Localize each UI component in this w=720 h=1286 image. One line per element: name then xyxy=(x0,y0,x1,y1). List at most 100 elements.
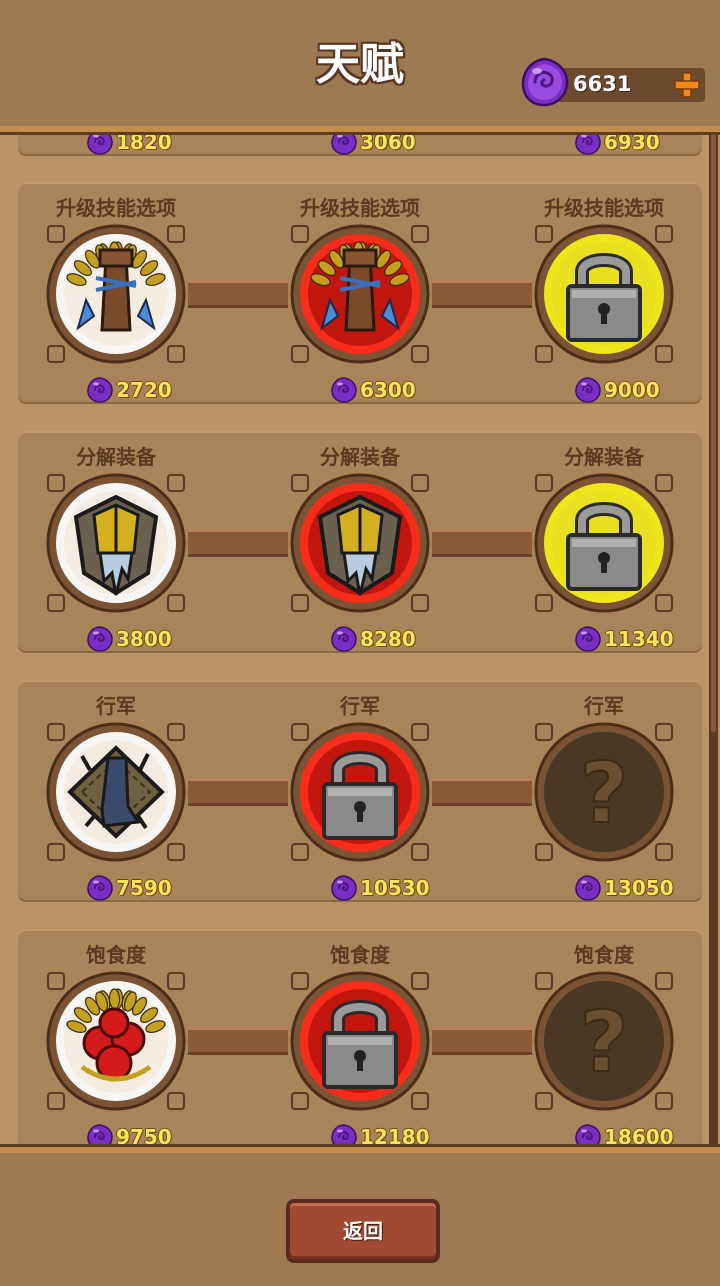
question-mark-icon: ? xyxy=(534,722,674,862)
talent-node-locked-red[interactable] xyxy=(286,718,434,866)
talent-connector xyxy=(188,778,288,806)
purple-gem-icon xyxy=(575,875,601,901)
footer: 返回 xyxy=(0,1147,720,1286)
talent-cost: 13050 xyxy=(574,874,694,902)
purple-gem-icon xyxy=(575,1124,601,1147)
talent-cost-value: 3800 xyxy=(116,627,172,651)
purple-gem-icon xyxy=(87,132,113,155)
talent-cost: 3800 xyxy=(86,625,206,653)
talent-node-unlocked-red[interactable] xyxy=(286,220,434,368)
purple-gem-icon xyxy=(521,57,569,107)
talent-cost-value: 12180 xyxy=(360,1125,430,1147)
talent-cost: 6930 xyxy=(574,132,694,156)
talent-node-unlocked[interactable] xyxy=(42,469,190,617)
purple-gem-icon xyxy=(331,377,357,403)
talent-node-unknown[interactable]: ? xyxy=(530,718,678,866)
talent-cost: 7590 xyxy=(86,874,206,902)
talent-cost: 6300 xyxy=(330,376,450,404)
dismantle-gear-icon xyxy=(290,473,430,613)
talent-cost: 9750 xyxy=(86,1123,206,1147)
talent-node-unknown[interactable]: ? xyxy=(530,967,678,1115)
talent-cost: 3060 xyxy=(330,132,450,156)
plus-icon[interactable] xyxy=(673,71,701,99)
talent-node-locked-yellow[interactable] xyxy=(530,220,678,368)
purple-gem-icon xyxy=(575,626,601,652)
talent-connector xyxy=(432,280,532,308)
talent-node-unlocked[interactable] xyxy=(42,220,190,368)
talent-cost-value: 8280 xyxy=(360,627,416,651)
talent-cost: 8280 xyxy=(330,625,450,653)
talent-cost: 12180 xyxy=(330,1123,450,1147)
talent-title: 行军 xyxy=(96,694,136,718)
purple-gem-icon xyxy=(87,875,113,901)
talent-cost-value: 10530 xyxy=(360,876,430,900)
talent-cost-value: 2720 xyxy=(116,378,172,402)
purple-gem-icon xyxy=(575,377,601,403)
talent-cost-value: 6300 xyxy=(360,378,416,402)
purple-gem-icon xyxy=(331,1124,357,1147)
talent-cost-value: 1820 xyxy=(116,132,172,154)
talent-node-unlocked[interactable] xyxy=(42,967,190,1115)
talent-connector xyxy=(188,1027,288,1055)
talent-list[interactable]: 1820 3060 6930 升级技能选项 2720 升级技能选项 6300 升… xyxy=(0,132,720,1147)
header: 天赋 6631 xyxy=(0,0,720,132)
scrollbar-thumb[interactable] xyxy=(711,132,716,732)
skill-upgrade-icon xyxy=(46,224,186,364)
talent-connector xyxy=(432,778,532,806)
talent-title: 分解装备 xyxy=(564,445,644,469)
talent-cost-value: 9750 xyxy=(116,1125,172,1147)
purple-gem-icon xyxy=(331,875,357,901)
padlock-icon xyxy=(290,722,430,862)
talent-cost: 18600 xyxy=(574,1123,694,1147)
apples-icon xyxy=(46,971,186,1111)
skill-upgrade-icon xyxy=(290,224,430,364)
talent-title: 行军 xyxy=(584,694,624,718)
talent-connector xyxy=(432,529,532,557)
talent-connector xyxy=(188,280,288,308)
padlock-icon xyxy=(290,971,430,1111)
talent-title: 饱食度 xyxy=(86,943,146,967)
talent-cost: 10530 xyxy=(330,874,450,902)
talent-title: 行军 xyxy=(340,694,380,718)
talent-cost: 9000 xyxy=(574,376,694,404)
talent-title: 分解装备 xyxy=(320,445,400,469)
talent-cost-value: 18600 xyxy=(604,1125,674,1147)
padlock-icon xyxy=(534,473,674,613)
purple-gem-icon xyxy=(87,626,113,652)
currency-display: 6631 xyxy=(521,57,705,107)
talent-node-unlocked-red[interactable] xyxy=(286,469,434,617)
talent-cost-value: 13050 xyxy=(604,876,674,900)
talent-node-locked-red[interactable] xyxy=(286,967,434,1115)
talent-title: 饱食度 xyxy=(330,943,390,967)
talent-title: 升级技能选项 xyxy=(544,196,664,220)
talent-node-unlocked[interactable] xyxy=(42,718,190,866)
talent-cost-value: 11340 xyxy=(604,627,674,651)
question-mark-icon: ? xyxy=(534,971,674,1111)
talent-cost-value: 3060 xyxy=(360,132,416,154)
talent-cost: 11340 xyxy=(574,625,694,653)
talent-connector xyxy=(188,529,288,557)
purple-gem-icon xyxy=(331,626,357,652)
talent-cost-value: 9000 xyxy=(604,378,660,402)
purple-gem-icon xyxy=(87,377,113,403)
talent-title: 升级技能选项 xyxy=(300,196,420,220)
svg-text:?: ? xyxy=(580,744,629,842)
padlock-icon xyxy=(534,224,674,364)
talent-cost: 1820 xyxy=(86,132,206,156)
talent-title: 升级技能选项 xyxy=(56,196,176,220)
purple-gem-icon xyxy=(575,132,601,155)
boot-icon xyxy=(46,722,186,862)
talent-title: 分解装备 xyxy=(76,445,156,469)
talent-node-locked-yellow[interactable] xyxy=(530,469,678,617)
talent-cost-value: 6930 xyxy=(604,132,660,154)
talent-cost-value: 7590 xyxy=(116,876,172,900)
purple-gem-icon xyxy=(87,1124,113,1147)
talent-title: 饱食度 xyxy=(574,943,634,967)
back-button[interactable]: 返回 xyxy=(286,1199,440,1263)
svg-text:?: ? xyxy=(580,993,629,1091)
scrollbar[interactable] xyxy=(709,132,718,1147)
talent-cost: 2720 xyxy=(86,376,206,404)
talent-connector xyxy=(432,1027,532,1055)
purple-gem-icon xyxy=(331,132,357,155)
dismantle-gear-icon xyxy=(46,473,186,613)
